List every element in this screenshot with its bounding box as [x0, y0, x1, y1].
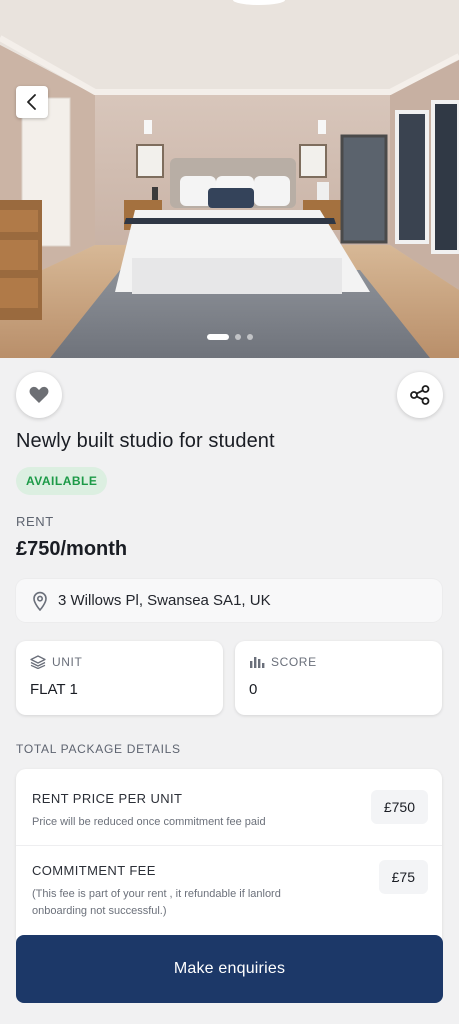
package-item-title: RENT PRICE PER UNIT [32, 791, 183, 806]
carousel-dot-active[interactable] [206, 334, 229, 340]
location-pin-icon [32, 591, 48, 611]
package-card: RENT PRICE PER UNIT Price will be reduce… [16, 769, 442, 939]
package-heading: TOTAL PACKAGE DETAILS [16, 742, 181, 756]
rent-label: RENT [16, 514, 54, 529]
address-card[interactable]: 3 Willows Pl, Swansea SA1, UK [16, 579, 442, 622]
make-enquiries-button[interactable]: Make enquiries [16, 935, 443, 1003]
carousel-indicator [0, 334, 459, 340]
share-icon [410, 385, 430, 405]
unit-label: UNIT [52, 655, 83, 669]
carousel-dot[interactable] [246, 334, 253, 340]
bar-chart-icon [250, 657, 265, 668]
chevron-left-icon [27, 94, 36, 110]
address-text: 3 Willows Pl, Swansea SA1, UK [58, 592, 271, 609]
package-item: COMMITMENT FEE (This fee is part of your… [16, 846, 442, 939]
back-button[interactable] [16, 86, 48, 118]
unit-value: FLAT 1 [30, 681, 78, 698]
share-button[interactable] [397, 372, 443, 418]
rent-value: £750/month [16, 538, 128, 560]
carousel-dot[interactable] [234, 334, 241, 340]
package-item-price: £750 [370, 790, 428, 824]
unit-card: UNIT FLAT 1 [16, 641, 223, 715]
package-item-price: £75 [378, 860, 428, 894]
score-label: SCORE [271, 655, 317, 669]
layers-icon [30, 655, 46, 669]
listing-photo[interactable] [0, 0, 459, 358]
score-card: SCORE 0 [235, 641, 442, 715]
bedroom-photo [0, 0, 459, 358]
score-value: 0 [249, 681, 258, 698]
package-item-description: Price will be reduced once commitment fe… [32, 816, 266, 828]
favorite-button[interactable] [16, 372, 62, 418]
heart-icon [29, 386, 49, 403]
listing-title: Newly built studio for student [16, 430, 275, 452]
package-item-title: COMMITMENT FEE [32, 863, 156, 878]
package-item-description: (This fee is part of your rent , it refu… [32, 888, 281, 917]
status-badge: AVAILABLE [16, 467, 108, 495]
package-item: RENT PRICE PER UNIT Price will be reduce… [16, 769, 442, 846]
